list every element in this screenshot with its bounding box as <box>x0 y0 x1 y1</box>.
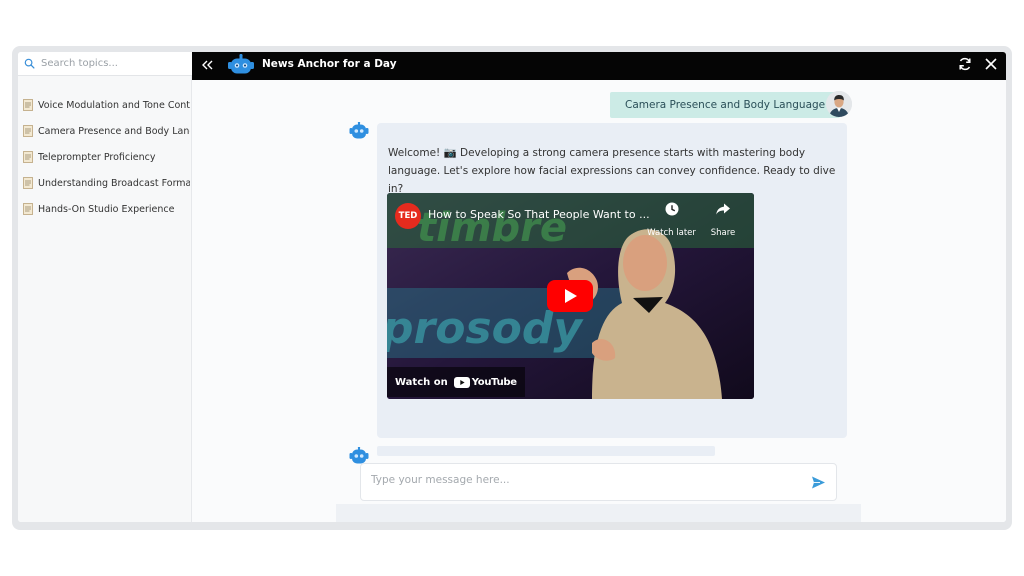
topic-label: Understanding Broadcast Formats <box>38 177 190 189</box>
bot-message-bubble: Welcome! 📷 Developing a strong camera pr… <box>377 123 847 438</box>
document-icon <box>23 177 33 189</box>
document-icon <box>23 125 33 137</box>
watch-on-label: Watch on <box>395 376 448 388</box>
topic-list: Voice Modulation and Tone Cont... Camera… <box>18 92 192 222</box>
chat-area: Camera Presence and Body Language Welcom… <box>192 80 1006 522</box>
share-arrow-icon <box>716 203 730 215</box>
user-message-row: Camera Presence and Body Language <box>610 92 841 118</box>
composer-footer <box>336 504 861 522</box>
document-icon <box>23 151 33 163</box>
topic-item-teleprompter[interactable]: Teleprompter Proficiency <box>18 144 192 170</box>
document-icon <box>23 203 33 215</box>
clock-icon <box>665 202 678 216</box>
youtube-icon <box>453 376 470 388</box>
bot-message-loading-bubble <box>377 446 715 456</box>
chat-title: News Anchor for a Day <box>262 58 397 70</box>
search-input[interactable] <box>41 58 171 69</box>
chat-header: News Anchor for a Day <box>192 52 1006 80</box>
topic-label: Voice Modulation and Tone Cont... <box>38 99 190 111</box>
ted-channel-badge[interactable]: TED <box>395 203 421 229</box>
message-composer <box>360 463 837 501</box>
bot-avatar-icon <box>349 122 369 139</box>
topic-item-camera-presence[interactable]: Camera Presence and Body Lang... <box>18 118 192 144</box>
sidebar: Voice Modulation and Tone Cont... Camera… <box>18 52 192 522</box>
search-box[interactable] <box>18 52 192 76</box>
youtube-logo: YouTube <box>453 376 517 388</box>
topic-item-studio-experience[interactable]: Hands-On Studio Experience <box>18 196 192 222</box>
watch-later-button[interactable]: Watch later <box>644 201 699 239</box>
send-icon[interactable] <box>811 475 826 490</box>
topic-label: Hands-On Studio Experience <box>38 203 175 215</box>
document-icon <box>23 99 33 111</box>
bot-message-text: Welcome! 📷 Developing a strong camera pr… <box>388 147 836 195</box>
refresh-icon[interactable] <box>957 56 973 72</box>
double-chevron-left-icon[interactable] <box>200 58 214 72</box>
topic-label: Camera Presence and Body Lang... <box>38 125 190 137</box>
topic-item-broadcast-formats[interactable]: Understanding Broadcast Formats <box>18 170 192 196</box>
topic-label: Teleprompter Proficiency <box>38 151 156 163</box>
share-button[interactable]: Share <box>707 201 739 239</box>
app-window: Voice Modulation and Tone Cont... Camera… <box>18 52 1006 522</box>
share-label: Share <box>710 228 736 238</box>
youtube-wordmark: YouTube <box>471 376 517 388</box>
watch-later-label: Watch later <box>647 228 696 238</box>
bot-logo-icon <box>228 54 254 74</box>
topic-item-voice-modulation[interactable]: Voice Modulation and Tone Cont... <box>18 92 192 118</box>
search-icon <box>24 58 35 69</box>
message-input[interactable] <box>371 474 791 486</box>
play-button-icon[interactable] <box>547 280 593 312</box>
video-title[interactable]: How to Speak So That People Want to ... <box>428 208 650 221</box>
user-avatar <box>826 91 852 117</box>
watch-on-youtube-link[interactable]: Watch on YouTube <box>387 367 525 397</box>
close-icon[interactable] <box>984 57 998 71</box>
user-message-bubble: Camera Presence and Body Language <box>610 92 841 118</box>
youtube-video-embed[interactable]: timbre prosody TED How to Speak So That … <box>387 193 754 399</box>
